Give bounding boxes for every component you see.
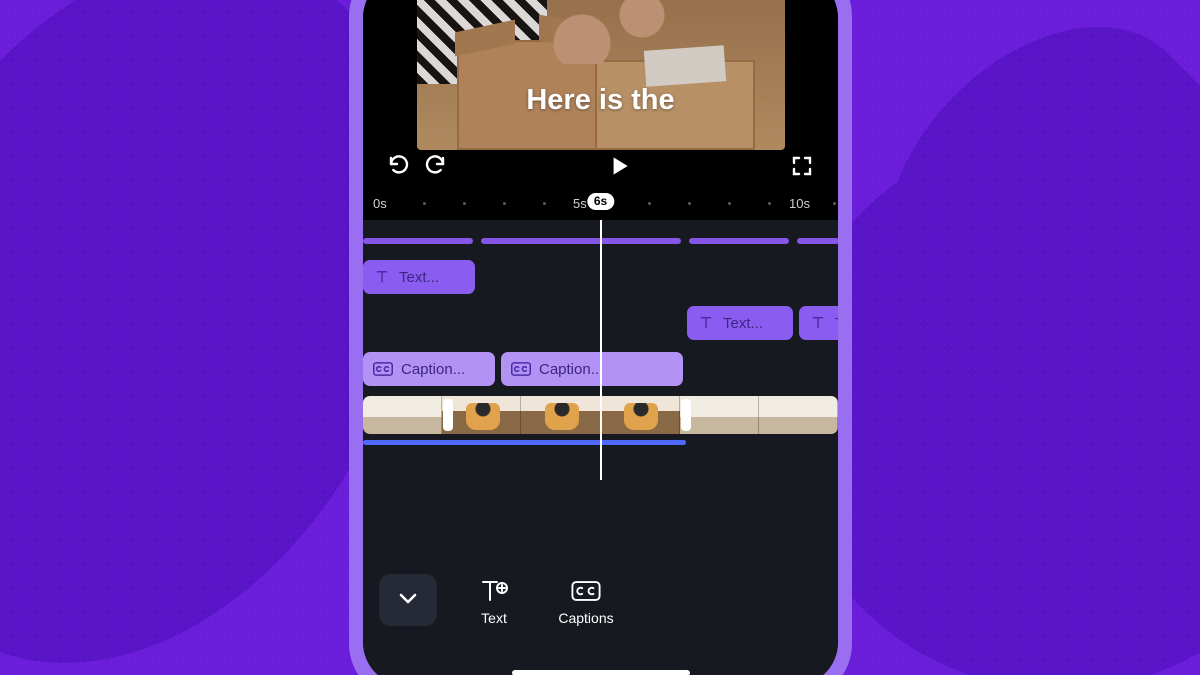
ruler-label: 10s <box>789 196 810 211</box>
phone-frame: Here is the <box>349 0 852 675</box>
clip-label: Text... <box>399 269 439 286</box>
app-screen: Here is the <box>363 0 838 675</box>
captions-tool-button[interactable]: Captions <box>551 574 621 626</box>
clip-label: Caption... <box>539 361 603 378</box>
redo-icon <box>423 154 447 183</box>
clip-label: Text... <box>835 315 838 332</box>
text-clip[interactable]: Text... <box>363 260 475 294</box>
timeline-ruler[interactable]: 0s 5s 10s 6s <box>363 192 838 220</box>
chevron-down-icon <box>396 586 420 615</box>
bottom-toolbar: Text Captions <box>363 564 838 675</box>
text-clip[interactable]: Text... <box>687 306 793 340</box>
caption-clip[interactable]: Caption... <box>501 352 683 386</box>
video-preview[interactable]: Here is the <box>363 0 838 192</box>
cc-icon <box>373 362 393 376</box>
clip-label: Caption... <box>401 361 465 378</box>
play-icon <box>606 153 632 184</box>
playhead-time-pill[interactable]: 6s <box>587 193 614 210</box>
fullscreen-button[interactable] <box>788 154 816 182</box>
tool-label: Captions <box>558 610 613 626</box>
audio-clip[interactable] <box>363 440 686 445</box>
text-icon <box>697 314 715 332</box>
clip-trim-handle-left[interactable] <box>443 399 453 431</box>
cc-icon <box>571 578 601 604</box>
ruler-label: 5s <box>573 196 587 211</box>
text-icon <box>373 268 391 286</box>
timeline[interactable]: Text... Text... Text... <box>363 220 838 564</box>
clip-label: Text... <box>723 315 763 332</box>
playback-controls <box>363 150 838 186</box>
text-icon <box>809 314 827 332</box>
text-tool-button[interactable]: Text <box>459 574 529 626</box>
caption-clip[interactable]: Caption... <box>363 352 495 386</box>
ruler-label: 0s <box>373 196 387 211</box>
clip-trim-handle-right[interactable] <box>681 399 691 431</box>
playhead[interactable] <box>600 220 602 480</box>
marker-clip[interactable] <box>481 238 681 244</box>
play-button[interactable] <box>605 154 633 182</box>
cc-icon <box>511 362 531 376</box>
undo-button[interactable] <box>385 154 413 182</box>
close-panel-button[interactable] <box>379 574 437 626</box>
marker-clip[interactable] <box>363 238 473 244</box>
marker-clip[interactable] <box>689 238 789 244</box>
marker-clip[interactable] <box>797 238 838 244</box>
preview-caption-overlay: Here is the <box>363 84 838 117</box>
home-indicator[interactable] <box>512 670 690 675</box>
text-clip[interactable]: Text... <box>799 306 838 340</box>
text-add-icon <box>479 578 509 604</box>
tool-label: Text <box>481 610 507 626</box>
fullscreen-icon <box>790 154 814 183</box>
preview-frame <box>417 0 785 150</box>
redo-button[interactable] <box>421 154 449 182</box>
undo-icon <box>387 154 411 183</box>
